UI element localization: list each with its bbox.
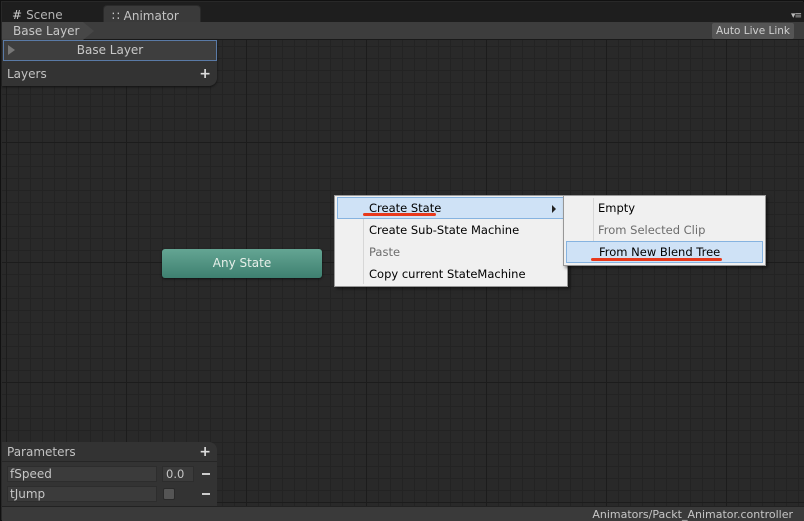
layer-item-label: Base Layer — [76, 43, 144, 57]
annotation-underline-blend-tree — [591, 258, 722, 261]
submenu-item-from-selected-clip: From Selected Clip — [598, 223, 706, 237]
parameter-name-field[interactable]: tJump — [7, 486, 157, 502]
parameter-row: tJump — [7, 486, 213, 502]
annotation-underline-create-state — [363, 213, 436, 216]
tab-animator-label: Animator — [123, 8, 179, 23]
context-menu: Create State Create Sub-State Machine Pa… — [334, 195, 568, 287]
tab-menu-icon[interactable]: ▾≡ — [791, 11, 802, 21]
auto-live-link-button[interactable]: Auto Live Link — [712, 23, 794, 39]
any-state-node[interactable]: Any State — [162, 249, 322, 278]
remove-parameter-icon[interactable] — [202, 473, 210, 475]
menu-item-copy-statemachine[interactable]: Copy current StateMachine — [337, 263, 565, 285]
layers-title: Layers — [7, 67, 47, 81]
menu-item-paste: Paste — [369, 245, 401, 259]
layer-item-base-layer[interactable]: Base Layer — [3, 40, 217, 61]
parameters-header: Parameters + — [2, 442, 217, 462]
create-state-submenu: Empty From Selected Clip From New Blend … — [563, 195, 766, 266]
status-bar: Animators/Packt_Animator.controller — [2, 506, 804, 521]
parameter-trigger-checkbox[interactable] — [163, 488, 175, 500]
breadcrumb-base-layer[interactable]: Base Layer — [2, 22, 94, 40]
remove-parameter-icon[interactable] — [202, 493, 210, 495]
parameters-panel: Parameters + fSpeed 0.0 tJump — [2, 442, 217, 506]
animator-window: # Scene ∷ Animator ▾≡ Base Layer Auto Li… — [0, 0, 804, 521]
add-layer-icon[interactable]: + — [199, 64, 211, 84]
parameter-float-value[interactable]: 0.0 — [162, 466, 194, 482]
menu-item-create-sub-state-machine[interactable]: Create Sub-State Machine — [337, 219, 565, 241]
parameter-name-field[interactable]: fSpeed — [7, 466, 157, 482]
layers-panel: Base Layer Layers + — [2, 40, 217, 86]
tab-bar: # Scene ∷ Animator ▾≡ — [2, 2, 804, 23]
tab-animator[interactable]: ∷ Animator — [103, 5, 201, 23]
submenu-arrow-icon — [552, 205, 556, 213]
layers-header: Layers + — [2, 64, 217, 84]
parameters-title: Parameters — [7, 445, 76, 459]
breadcrumb-bar: Base Layer Auto Live Link — [2, 22, 804, 40]
tab-scene[interactable]: # Scene — [4, 5, 100, 23]
controller-path: Animators/Packt_Animator.controller — [592, 508, 793, 521]
add-parameter-icon[interactable]: + — [199, 442, 211, 462]
submenu-item-empty[interactable]: Empty — [566, 197, 763, 219]
animator-icon: ∷ — [112, 8, 120, 23]
layer-expand-icon[interactable] — [8, 45, 15, 55]
grid-hash-icon: # — [12, 8, 23, 22]
tab-scene-label: Scene — [26, 8, 63, 22]
parameter-row: fSpeed 0.0 — [7, 466, 213, 482]
